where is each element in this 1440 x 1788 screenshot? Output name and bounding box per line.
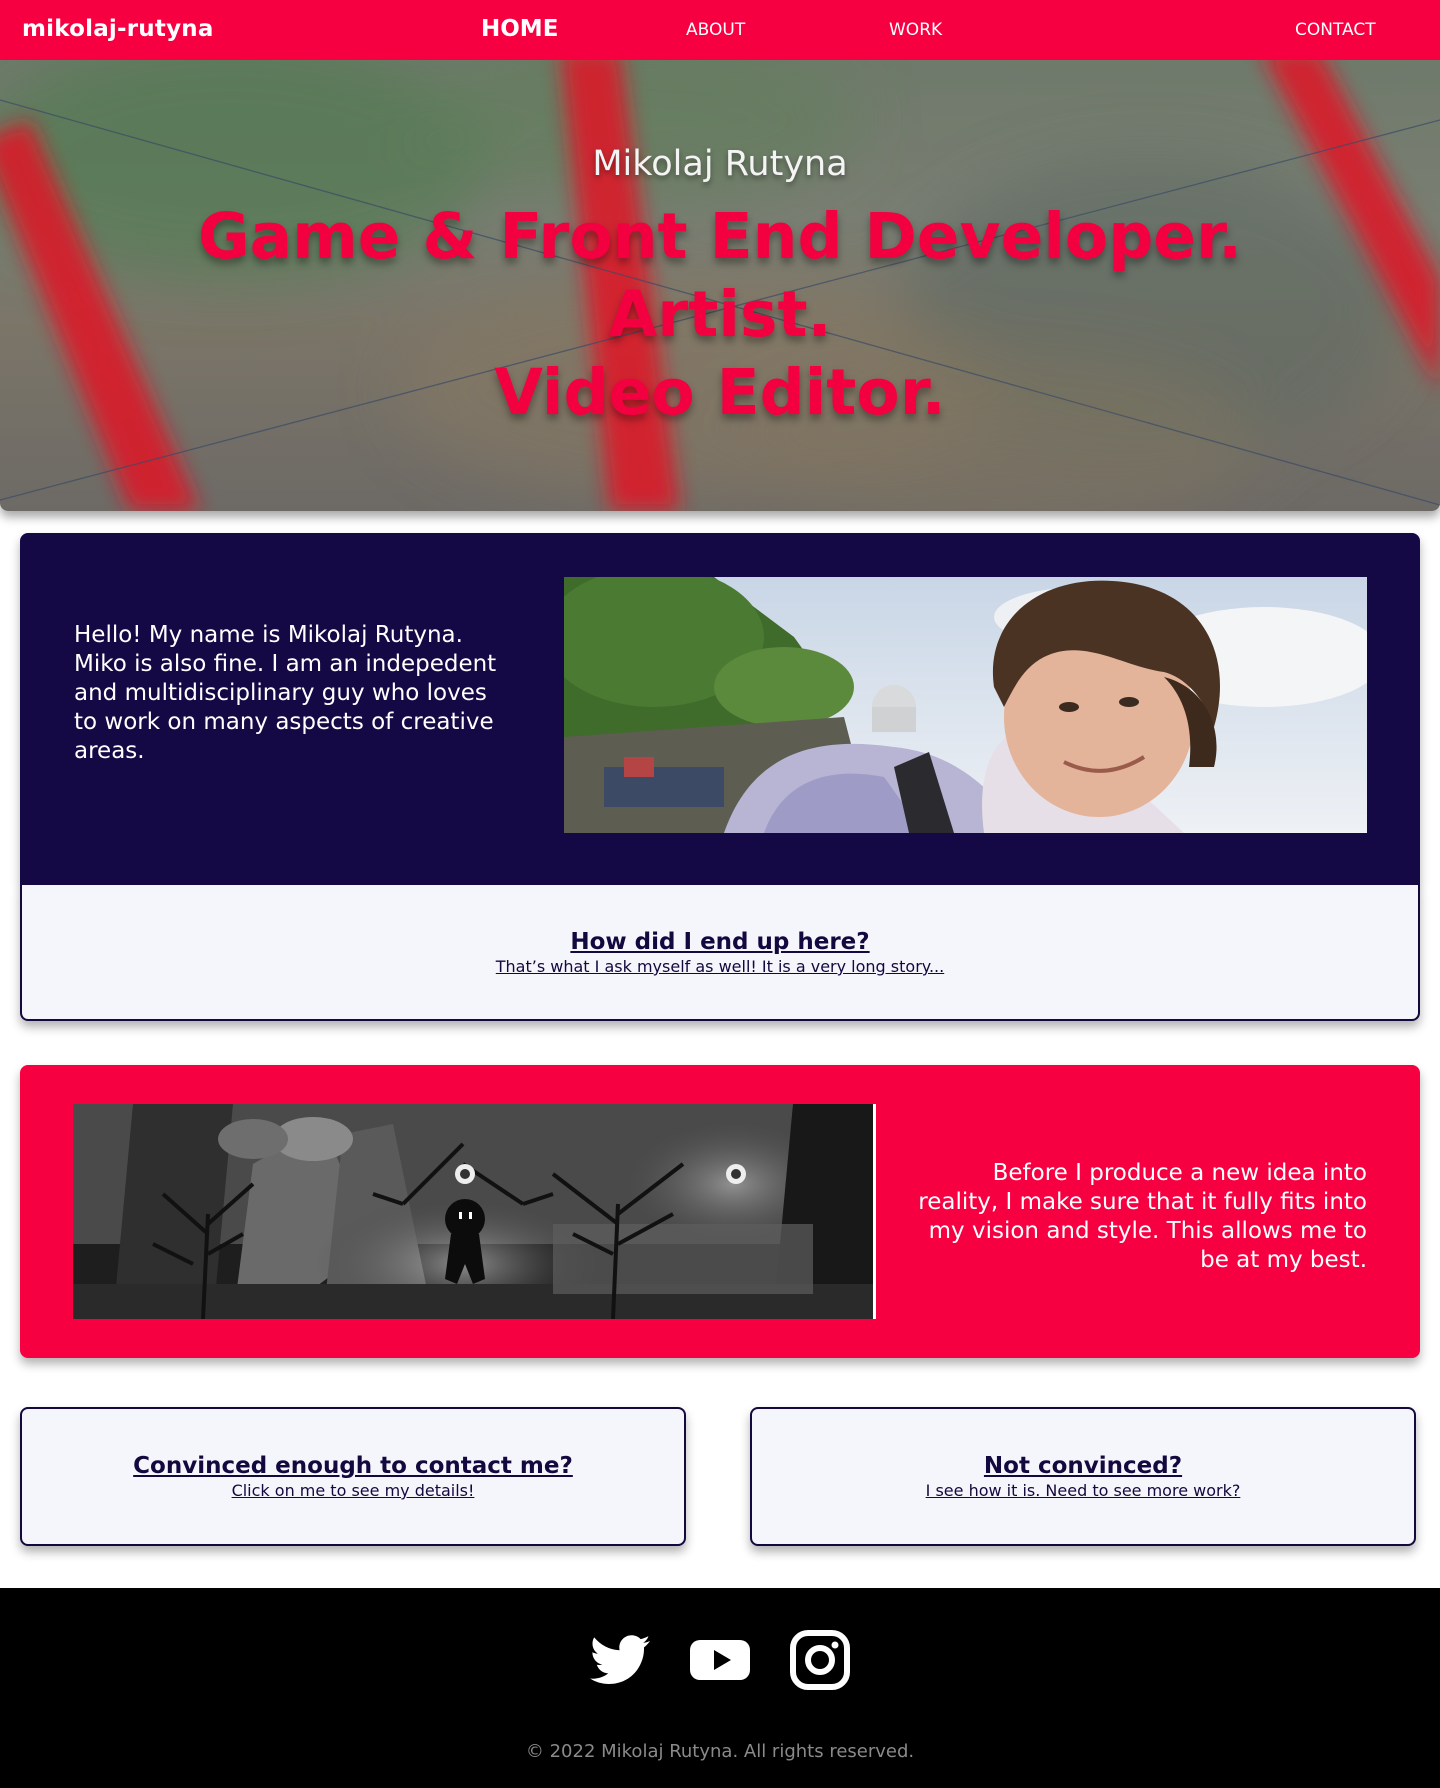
- nav-home-link[interactable]: HOME: [481, 16, 558, 42]
- game-screenshot: [73, 1104, 876, 1319]
- work-cta-card[interactable]: Not convinced? I see how it is. Need to …: [750, 1407, 1416, 1546]
- nav-contact-link[interactable]: CONTACT: [1295, 20, 1376, 40]
- philosophy-text: Before I produce a new idea into reality…: [918, 1160, 1367, 1273]
- story-link-title[interactable]: How did I end up here?: [22, 929, 1418, 955]
- twitter-icon[interactable]: [588, 1628, 652, 1692]
- story-link-card[interactable]: How did I end up here? That’s what I ask…: [20, 885, 1420, 1021]
- contact-cta-subtitle[interactable]: Click on me to see my details!: [22, 1481, 684, 1500]
- philosophy-card: Before I produce a new idea into reality…: [20, 1065, 1420, 1358]
- site-logo[interactable]: mikolaj-rutyna: [22, 16, 214, 42]
- top-navbar: mikolaj-rutyna HOME ABOUT WORK CONTACT: [0, 0, 1440, 60]
- footer: © 2022 Mikolaj Rutyna. All rights reserv…: [0, 1588, 1440, 1788]
- instagram-icon[interactable]: [788, 1628, 852, 1692]
- work-cta-title[interactable]: Not convinced?: [752, 1453, 1414, 1479]
- nav-about-link[interactable]: ABOUT: [686, 20, 1440, 508]
- profile-photo: [564, 577, 1367, 833]
- story-link-subtitle[interactable]: That’s what I ask myself as well! It is …: [22, 957, 1418, 976]
- nav-work-link[interactable]: WORK: [889, 20, 942, 40]
- contact-cta-title[interactable]: Convinced enough to contact me?: [22, 1453, 684, 1479]
- about-card-top: Hello! My name is Mikolaj Rutyna. Miko i…: [20, 533, 1420, 885]
- about-intro-text: Hello! My name is Mikolaj Rutyna. Miko i…: [74, 622, 497, 764]
- contact-cta-card[interactable]: Convinced enough to contact me? Click on…: [20, 1407, 686, 1546]
- youtube-icon[interactable]: [688, 1628, 752, 1692]
- about-card: Hello! My name is Mikolaj Rutyna. Miko i…: [20, 533, 1420, 1021]
- copyright-text: © 2022 Mikolaj Rutyna. All rights reserv…: [525, 1741, 915, 1762]
- work-cta-subtitle[interactable]: I see how it is. Need to see more work?: [752, 1481, 1414, 1500]
